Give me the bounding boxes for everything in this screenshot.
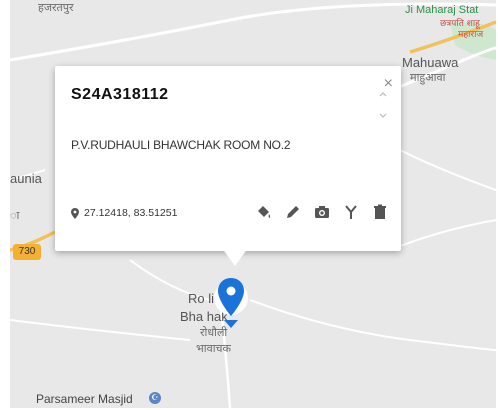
place-label-center-hindi-2: भावाचक [196, 342, 231, 355]
mosque-icon[interactable]: ☪ [149, 392, 161, 404]
road-number-badge: 730 [13, 244, 41, 260]
fork-icon[interactable] [342, 203, 360, 221]
place-label-mahuawa-hindi: माहुआवा [410, 71, 446, 84]
popup-description: P.V.RUDHAULI BHAWCHAK ROOM NO.2 [71, 138, 291, 152]
popup-scrollbar[interactable] [378, 90, 388, 120]
map-canvas[interactable]: हजरतपुर Ji Maharaj Stat छत्रपति शाहू महा… [10, 0, 496, 408]
place-label-top-right-hindi-2: महाराज [458, 30, 484, 40]
location-small-icon [71, 207, 79, 219]
place-label-center-1: Ro li [188, 291, 215, 306]
popup-coordinates: 27.12418, 83.51251 [71, 207, 177, 219]
place-label-top-right-hindi-1: छत्रपति शाहू [440, 19, 480, 29]
popup-tail [222, 248, 248, 266]
location-pin-icon[interactable] [212, 270, 250, 340]
paint-bucket-icon[interactable] [255, 203, 273, 221]
coordinates-text: 27.12418, 83.51251 [84, 207, 178, 219]
place-label-left-hindi: ा [10, 209, 20, 222]
place-label-bottom: Parsameer Masjid [36, 392, 133, 406]
camera-icon[interactable] [313, 203, 331, 221]
pencil-icon[interactable] [284, 203, 302, 221]
place-label-top-right: Ji Maharaj Stat [405, 4, 479, 16]
place-label-mahuawa: Mahuawa [402, 55, 459, 70]
place-label-left: aunia [10, 171, 42, 186]
popup-title: S24A318112 [71, 86, 169, 103]
place-label-top-left: हजरतपुर [38, 1, 74, 14]
trash-icon[interactable] [371, 203, 389, 221]
popup-toolbar [255, 203, 389, 221]
marker-info-popup: S24A318112 × P.V.RUDHAULI BHAWCHAK ROOM … [55, 66, 401, 266]
